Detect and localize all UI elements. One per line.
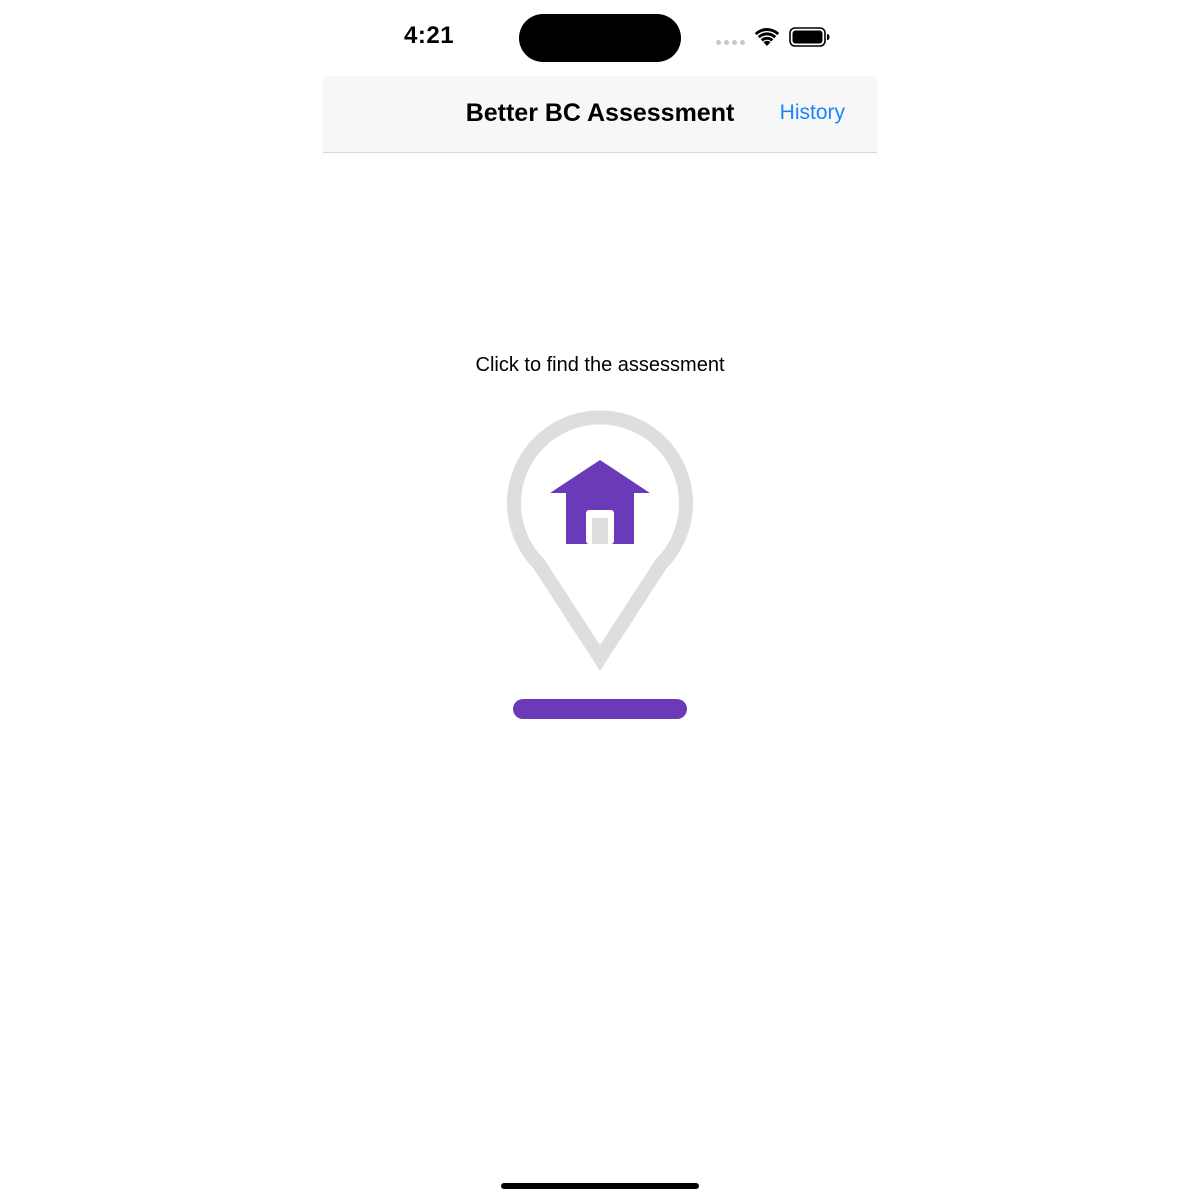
location-pin-graphic (507, 410, 693, 719)
cellular-signal-icon (716, 40, 745, 45)
pin-base-bar (513, 699, 687, 719)
history-button[interactable]: History (780, 101, 845, 125)
dynamic-island (519, 14, 681, 62)
app-screen: 4:21 Better BC Assessment History Click … (0, 0, 1200, 1200)
battery-icon (789, 27, 830, 47)
house-icon (550, 460, 650, 544)
home-indicator[interactable] (501, 1183, 699, 1189)
wifi-icon (754, 28, 780, 46)
navigation-bar: Better BC Assessment History (323, 76, 877, 153)
find-assessment-prompt: Click to find the assessment (475, 354, 725, 376)
find-assessment-button[interactable] (500, 400, 700, 730)
status-time: 4:21 (404, 22, 455, 49)
